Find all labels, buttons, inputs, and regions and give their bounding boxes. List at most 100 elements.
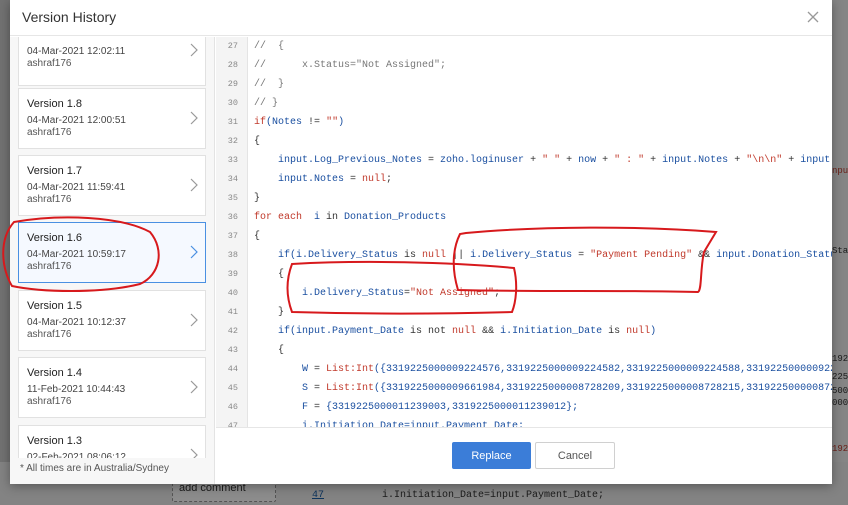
version-date: 04-Mar-2021 10:12:37 [27, 317, 126, 328]
code-token: { [254, 136, 261, 147]
code-token: && [476, 326, 501, 337]
code-text: // { [254, 37, 284, 56]
code-line: 30 // } [216, 94, 832, 113]
version-card[interactable]: Version 1.5 04-Mar-2021 10:12:37 ashraf1… [18, 290, 206, 351]
version-name: Version 1.7 [27, 165, 83, 177]
code-token: "" [326, 117, 339, 128]
code-token: {3319225000011239003,3319225000011239012… [320, 402, 579, 413]
code-line: 40 i.Delivery_Status="Not Assigned"; [216, 284, 832, 303]
modal-header: Version History [10, 0, 832, 36]
code-line: 37 { [216, 227, 832, 246]
version-date: 04-Mar-2021 10:59:17 [27, 249, 126, 260]
version-name: Version 1.5 [27, 300, 83, 312]
line-number: 45 [227, 383, 238, 393]
code-token: input.Donation_Status [710, 250, 832, 261]
code-text: input.Log_Previous_Notes = zoho.loginuse… [254, 151, 832, 170]
version-date: 04-Mar-2021 12:02:11 [27, 46, 126, 57]
code-token: ) [338, 117, 345, 128]
code-token: ({3319225000009661984,331922500000872820… [374, 383, 832, 394]
code-token: zoho.loginuser [434, 155, 531, 166]
code-token: is not [410, 326, 447, 337]
code-token: i.Delivery_Status [254, 288, 405, 299]
version-date: 11-Feb-2021 10:44:43 [27, 384, 126, 395]
code-token: in [326, 212, 339, 223]
code-viewer[interactable]: 27 // {28 // x.Status="Not Assigned"; 29 // … [216, 37, 832, 427]
chevron-right-icon [189, 313, 199, 327]
code-token: input.Log_Previous_Notes [254, 155, 429, 166]
code-token: (Notes [266, 117, 309, 128]
code-token: S [254, 383, 315, 394]
code-token: != [308, 117, 321, 128]
close-icon[interactable] [804, 8, 822, 26]
code-token: for each [254, 212, 303, 223]
code-text: { [254, 132, 260, 151]
line-number: 37 [227, 231, 238, 241]
code-line: 39 { [216, 265, 832, 284]
code-text: S = List:Int({3319225000009661984,331922… [254, 379, 832, 398]
version-date: 04-Mar-2021 12:00:51 [27, 115, 126, 126]
code-token: is [404, 250, 417, 261]
version-name: Version 1.6 [27, 232, 83, 244]
modal-footer: Replace Cancel [216, 427, 832, 484]
version-card[interactable]: Version 1.7 04-Mar-2021 11:59:41 ashraf1… [18, 155, 206, 216]
code-line: 45 S = List:Int({3319225000009661984,331… [216, 379, 832, 398]
code-token: { [254, 269, 285, 280]
line-number: 42 [227, 326, 238, 336]
code-text: if(input.Payment_Date is not null && i.I… [254, 322, 656, 341]
line-number: 29 [227, 79, 238, 89]
code-token: " " [536, 155, 567, 166]
line-number: 33 [227, 155, 238, 165]
version-card-active[interactable]: Version 1.6 04-Mar-2021 10:59:17 ashraf1… [18, 222, 206, 283]
code-text: i.Delivery_Status="Not Assigned"; [254, 284, 500, 303]
cancel-button[interactable]: Cancel [535, 442, 615, 469]
code-token: if(i.Delivery_Status [254, 250, 405, 261]
chevron-right-icon [189, 43, 199, 57]
version-card[interactable]: 04-Mar-2021 12:02:11 ashraf176 [18, 37, 206, 86]
modal-title: Version History [22, 9, 117, 25]
code-token: List:Int [320, 364, 375, 375]
line-number: 36 [227, 212, 238, 222]
code-token: " : " [608, 155, 651, 166]
code-token: { [254, 345, 285, 356]
code-text: input.Notes = null; [254, 170, 392, 189]
code-line: 27 // { [216, 37, 832, 56]
version-user: ashraf176 [27, 396, 72, 407]
code-line: 36 for each i in Donation_Products [216, 208, 832, 227]
version-user: ashraf176 [27, 329, 72, 340]
code-line: 46 F = {3319225000011239003,331922500001… [216, 398, 832, 417]
line-number: 44 [227, 364, 238, 374]
replace-button[interactable]: Replace [452, 442, 531, 469]
version-date: 04-Mar-2021 11:59:41 [27, 182, 126, 193]
timezone-note: * All times are in Australia/Sydney [10, 458, 214, 484]
code-line: 47 i.Initiation_Date=input.Payment_Date; [216, 417, 832, 427]
code-token: || [446, 250, 471, 261]
code-token: null [620, 326, 651, 337]
code-token: // { [254, 41, 285, 52]
code-text: // } [254, 75, 284, 94]
version-sidebar[interactable]: 04-Mar-2021 12:02:11 ashraf176 Version 1… [10, 37, 215, 484]
code-token: ; [494, 288, 501, 299]
code-text: if(Notes != "") [254, 113, 344, 132]
code-line: 42 if(input.Payment_Date is not null && … [216, 322, 832, 341]
code-token: i [302, 212, 327, 223]
code-text: F = {3319225000011239003,331922500001123… [254, 398, 578, 417]
code-token: is [608, 326, 621, 337]
version-card[interactable]: Version 1.4 11-Feb-2021 10:44:43 ashraf1… [18, 357, 206, 418]
line-number: 41 [227, 307, 238, 317]
code-token: && [698, 250, 711, 261]
code-token: now [572, 155, 603, 166]
version-user: ashraf176 [27, 127, 72, 138]
version-card[interactable]: Version 1.8 04-Mar-2021 12:00:51 ashraf1… [18, 88, 206, 149]
chevron-right-icon [189, 178, 199, 192]
code-token: W [254, 364, 315, 375]
code-text: // x.Status="Not Assigned"; [254, 56, 446, 75]
line-number: 47 [227, 421, 238, 427]
code-line: 35} [216, 189, 832, 208]
code-text: } [254, 303, 284, 322]
code-line: 34 input.Notes = null; [216, 170, 832, 189]
line-number: 32 [227, 136, 238, 146]
chevron-right-icon [189, 245, 199, 259]
version-user: ashraf176 [27, 58, 72, 69]
version-name: Version 1.8 [27, 98, 83, 110]
code-line: 38 if(i.Delivery_Status is null || i.Del… [216, 246, 832, 265]
